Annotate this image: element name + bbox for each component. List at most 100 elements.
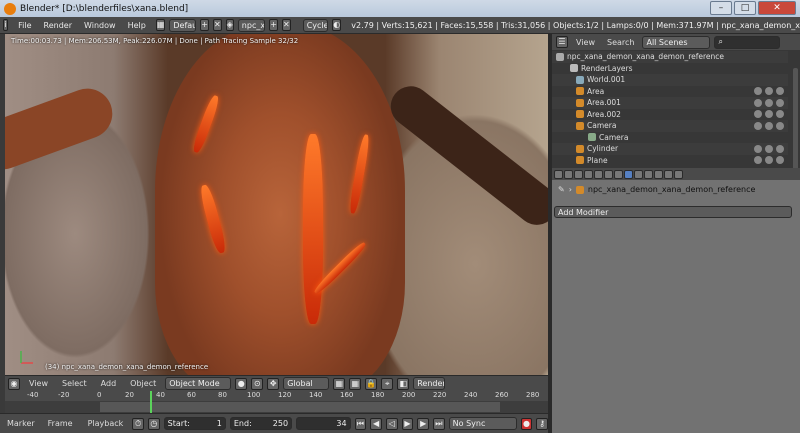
world-tab-icon[interactable] [594, 169, 603, 179]
jump-end-icon[interactable]: ⏭ [432, 417, 445, 430]
render-camera-icon[interactable] [776, 156, 784, 165]
outliner-editor-icon[interactable]: ☰ [556, 36, 568, 48]
select-arrow-icon[interactable] [765, 121, 773, 130]
visibility-icon[interactable] [754, 110, 762, 119]
outliner-row-cylinder[interactable]: Cylinder [552, 143, 788, 155]
outliner-menu-search[interactable]: Search [603, 38, 638, 47]
select-arrow-icon[interactable] [765, 156, 773, 165]
outliner-row-area-001[interactable]: Area.001 [552, 97, 788, 109]
add-scene-icon[interactable]: + [269, 19, 278, 31]
render-layers-tab-icon[interactable] [574, 169, 583, 179]
outliner-row-renderlayers[interactable]: RenderLayers [552, 63, 788, 75]
scene-icon[interactable]: ◈ [225, 19, 234, 31]
menu-help[interactable]: Help [122, 21, 152, 30]
add-modifier-select[interactable]: Add Modifier [554, 206, 792, 218]
viewport-menu-select[interactable]: Select [57, 379, 92, 388]
outliner[interactable]: npc_xana_demon_xana_demon_reference Rend… [552, 50, 800, 168]
viewport-menu-add[interactable]: Add [96, 379, 122, 388]
screen-layout-field[interactable]: Default [169, 18, 197, 32]
close-button[interactable]: ✕ [758, 1, 796, 15]
outliner-display-mode-select[interactable]: All Scenes [642, 35, 711, 49]
play-reverse-icon[interactable]: ◁ [385, 417, 398, 430]
next-keyframe-icon[interactable]: ▶ [417, 417, 429, 430]
render-layer-field[interactable]: RenderLay [413, 377, 446, 390]
scene-tab-icon[interactable] [584, 169, 593, 179]
start-frame-field[interactable]: Start: 1 [163, 417, 226, 430]
menu-file[interactable]: File [12, 21, 37, 30]
material-tab-icon[interactable] [644, 169, 653, 179]
outliner-row-camera[interactable]: Camera [552, 120, 788, 132]
texture-tab-icon[interactable] [654, 169, 663, 179]
add-layout-icon[interactable]: + [200, 19, 209, 31]
remove-layout-icon[interactable]: ✕ [212, 19, 222, 31]
minimize-button[interactable]: – [710, 1, 732, 15]
lock-frame-icon[interactable]: ◷ [147, 417, 160, 430]
visibility-icon[interactable] [754, 144, 762, 153]
maximize-button[interactable]: □ [734, 1, 756, 15]
visibility-icon[interactable] [754, 156, 762, 165]
constraints-tab-icon[interactable] [614, 169, 623, 179]
outliner-row-scene[interactable]: npc_xana_demon_xana_demon_reference [552, 51, 788, 63]
menu-render[interactable]: Render [38, 21, 78, 30]
outliner-row-area[interactable]: Area [552, 86, 788, 98]
render-camera-icon[interactable] [776, 144, 784, 153]
jump-start-icon[interactable]: ⏮ [354, 417, 367, 430]
keying-set-icon[interactable]: ⚷ [536, 417, 549, 430]
screen-layout-icon[interactable]: ▦ [155, 19, 166, 31]
particles-tab-icon[interactable] [664, 169, 673, 179]
outliner-row-plane[interactable]: Plane [552, 155, 788, 167]
outliner-row-camera-data[interactable]: Camera [552, 132, 788, 144]
physics-tab-icon[interactable] [674, 169, 683, 179]
snap-icon[interactable]: ⌖ [381, 377, 394, 390]
properties-editor-icon[interactable] [554, 169, 563, 179]
select-arrow-icon[interactable] [765, 110, 773, 119]
timeline-editor[interactable]: -40 -20 0 20 40 60 80 100 120 140 160 18… [5, 391, 548, 413]
render-engine-select[interactable]: Cycles Render [302, 18, 329, 32]
outliner-menu-view[interactable]: View [572, 38, 599, 47]
transform-orientation-select[interactable]: Global [283, 377, 330, 390]
object-mode-select[interactable]: Object Mode [165, 377, 232, 390]
select-arrow-icon[interactable] [765, 144, 773, 153]
menu-window[interactable]: Window [78, 21, 122, 30]
viewport-shading-icon[interactable]: ● [235, 377, 248, 390]
outliner-search-input[interactable]: ⌕ [714, 35, 781, 49]
render-preview-icon[interactable]: ◧ [397, 377, 410, 390]
info-editor-icon[interactable]: i [3, 19, 9, 31]
render-camera-icon[interactable] [776, 87, 784, 96]
timeline-menu-marker[interactable]: Marker [4, 419, 38, 428]
render-tab-icon[interactable] [564, 169, 573, 179]
end-frame-field[interactable]: End: 250 [229, 417, 293, 430]
timeline-ruler[interactable]: -40 -20 0 20 40 60 80 100 120 140 160 18… [5, 391, 548, 401]
visibility-icon[interactable] [754, 121, 762, 130]
viewport-editor-icon[interactable]: ◉ [8, 377, 20, 390]
pivot-point-icon[interactable]: ⊙ [251, 377, 264, 390]
outliner-row-area-002[interactable]: Area.002 [552, 109, 788, 121]
preview-range-icon[interactable]: ⏱ [132, 417, 144, 430]
select-arrow-icon[interactable] [765, 87, 773, 96]
current-frame-field[interactable]: 34 [296, 417, 351, 430]
manipulator-icon[interactable]: ✥ [267, 377, 280, 390]
layers-grid-icon-2[interactable]: ▦ [349, 377, 362, 390]
render-camera-icon[interactable] [776, 121, 784, 130]
data-tab-icon[interactable] [634, 169, 643, 179]
layers-grid-icon[interactable]: ▦ [333, 377, 346, 390]
timeline-menu-playback[interactable]: Playback [83, 419, 129, 428]
viewport-menu-view[interactable]: View [24, 379, 53, 388]
current-frame-cursor[interactable] [150, 391, 152, 413]
visibility-icon[interactable] [754, 87, 762, 96]
modifiers-tab-icon[interactable] [624, 169, 633, 179]
render-camera-icon[interactable] [776, 98, 784, 107]
render-camera-icon[interactable] [776, 110, 784, 119]
record-icon[interactable]: ● [520, 417, 533, 430]
play-icon[interactable]: ▶ [401, 417, 414, 430]
lock-icon[interactable]: 🔒 [365, 377, 378, 390]
select-arrow-icon[interactable] [765, 98, 773, 107]
3d-viewport[interactable]: Time:00:03.73 | Mem:206.53M, Peak:226.07… [5, 34, 548, 375]
outliner-scrollbar[interactable] [793, 68, 798, 168]
prev-keyframe-icon[interactable]: ◀ [370, 417, 382, 430]
sync-mode-select[interactable]: No Sync [448, 417, 517, 430]
viewport-menu-object[interactable]: Object [125, 379, 161, 388]
pin-icon[interactable]: ✎ [558, 185, 565, 194]
scene-field[interactable]: npc_xana_demon_x... [237, 18, 266, 32]
outliner-row-world[interactable]: World.001 [552, 74, 788, 86]
